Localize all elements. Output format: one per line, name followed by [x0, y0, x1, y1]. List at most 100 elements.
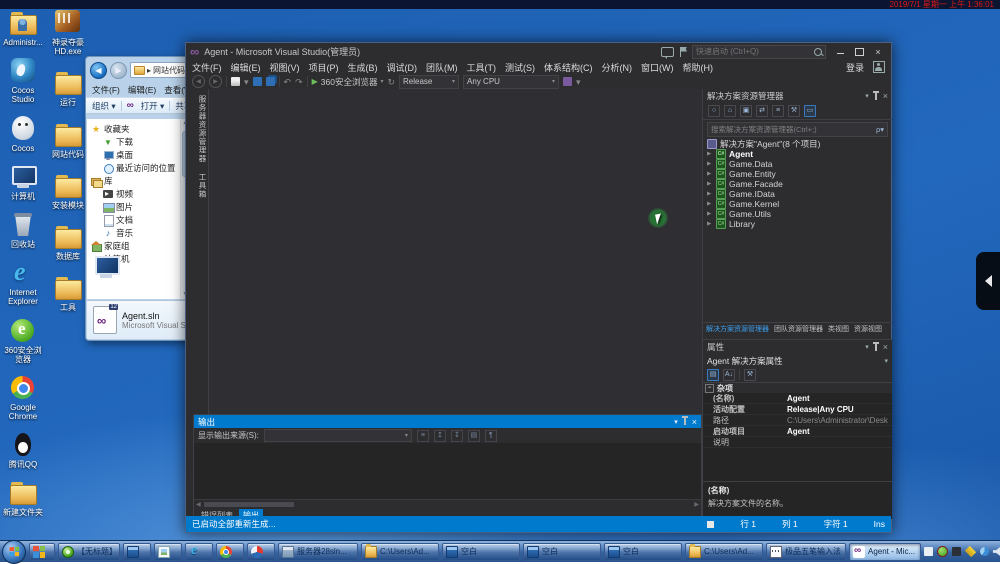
update-tray-icon[interactable] — [980, 547, 989, 556]
expander-icon[interactable]: ▶ — [707, 181, 713, 187]
side-tab[interactable]: 服务器资源管理器 — [186, 95, 208, 163]
close-button[interactable]: × — [869, 45, 887, 58]
desktop-icon[interactable]: Administr... — [2, 10, 44, 47]
start-button[interactable] — [2, 540, 26, 564]
collapse-all-icon[interactable]: ≡ — [772, 105, 784, 117]
expander-icon[interactable]: ▶ — [707, 161, 713, 167]
forward-icon[interactable]: ▶ — [110, 62, 127, 79]
property-row[interactable]: 启动项目 Agent — [703, 426, 892, 437]
new-file-icon[interactable] — [231, 77, 240, 86]
property-row[interactable]: 活动配置 Release|Any CPU — [703, 404, 892, 415]
taskbar-button[interactable] — [185, 543, 213, 561]
properties-title-bar[interactable]: 属性 ▾ × — [703, 340, 892, 354]
refresh-icon[interactable]: ↻ — [387, 77, 395, 87]
open-button[interactable]: 打开 ▾ — [141, 100, 165, 112]
window-position-icon[interactable]: ▾ — [674, 418, 678, 426]
breadcrumb-path[interactable]: 网站代码 — [153, 65, 185, 76]
vs-title-bar[interactable]: ∞ Agent - Microsoft Visual Studio(管理员) × — [186, 43, 891, 60]
back-icon[interactable]: ○ — [708, 105, 720, 117]
solution-tree-project[interactable]: ▶ Game.Data — [703, 159, 892, 169]
desktop-icon[interactable]: 网站代码 — [46, 122, 90, 159]
pin-icon[interactable] — [684, 418, 686, 425]
explorer-nav-item[interactable]: 库 — [87, 174, 180, 187]
solution-tree-project[interactable]: ▶ Game.Facade — [703, 179, 892, 189]
tool-window-tab[interactable]: 团队资源管理器 — [774, 324, 823, 334]
minimize-button[interactable] — [831, 45, 849, 58]
solution-explorer-title-bar[interactable]: 解决方案资源管理器 ▾ × — [703, 89, 892, 103]
expander-icon[interactable]: ▶ — [707, 171, 713, 177]
window-position-icon[interactable]: ▾ — [865, 343, 869, 351]
sidebar-expand-tab[interactable] — [976, 252, 1000, 310]
desktop-icon[interactable]: 工具 — [46, 275, 90, 312]
save-icon[interactable] — [253, 77, 262, 86]
explorer-nav-item[interactable]: 最近访问的位置 — [87, 161, 180, 174]
property-pages-icon[interactable]: ⚒ — [744, 369, 756, 381]
output-source-dropdown[interactable]: ▾ — [264, 429, 412, 442]
navigate-forward-icon[interactable]: ▶ — [209, 75, 222, 88]
solution-search-box[interactable]: 搜索解决方案资源管理器(Ctrl+;) ρ▾ — [707, 122, 888, 137]
explorer-nav-item[interactable]: 收藏夹 — [87, 122, 180, 135]
preview-selected-icon[interactable]: ▭ — [804, 105, 816, 117]
explorer-nav-item[interactable]: 图片 — [87, 200, 180, 213]
expander-icon[interactable]: ▶ — [707, 211, 713, 217]
explorer-menu-item[interactable]: 文件(F) — [92, 84, 120, 96]
close-icon[interactable]: × — [883, 342, 888, 352]
desktop-icon[interactable]: 计算机 — [2, 164, 44, 201]
taskbar-button[interactable] — [216, 543, 244, 561]
explorer-nav-item[interactable]: 下载 — [87, 135, 180, 148]
feedback-icon[interactable] — [661, 47, 674, 57]
taskbar-button[interactable]: 服务器28sln... — [278, 543, 358, 561]
output-hscrollbar[interactable]: ◀ ▶ — [194, 499, 701, 509]
clear-all-icon[interactable]: ▤ — [468, 430, 480, 442]
desktop-icon[interactable]: Cocos — [2, 116, 44, 153]
language-indicator-icon[interactable] — [924, 547, 933, 556]
menu-item[interactable]: 工具(T) — [467, 61, 497, 74]
tool-window-tab[interactable]: 解决方案资源管理器 — [706, 324, 769, 334]
explorer-nav-item[interactable]: 家庭组 — [87, 239, 180, 252]
volume-icon[interactable] — [993, 547, 1000, 556]
desktop-icon[interactable]: 神录夺豪HD.exe — [46, 10, 90, 56]
desktop-icon[interactable]: 数据库 — [46, 224, 90, 261]
open-file-icon[interactable]: ▾ — [244, 77, 249, 87]
window-position-icon[interactable]: ▾ — [865, 92, 869, 100]
desktop-icon[interactable]: Internet Explorer — [2, 260, 44, 306]
close-icon[interactable]: × — [692, 417, 697, 427]
property-value[interactable]: Agent — [787, 394, 892, 403]
explorer-nav-item[interactable]: 视频 — [87, 187, 180, 200]
property-value[interactable]: C:\Users\Administrator\Desk — [787, 416, 892, 425]
taskbar-button[interactable]: Agent - Mic... — [849, 543, 921, 561]
toolbar-overflow-icon[interactable]: ▾ — [576, 77, 581, 87]
undo-icon[interactable]: ↶ — [284, 77, 292, 87]
menu-item[interactable]: 窗口(W) — [641, 61, 674, 74]
scroll-left-icon[interactable]: ◀ — [196, 501, 201, 508]
properties-object-selector[interactable]: Agent 解决方案属性 ▾ — [703, 354, 892, 367]
word-wrap-icon[interactable]: ¶ — [485, 430, 497, 442]
taskbar-button[interactable]: 空白 — [442, 543, 520, 561]
solution-config-dropdown[interactable]: Release▾ — [399, 75, 459, 89]
back-icon[interactable]: ◀ — [90, 62, 107, 79]
categorized-icon[interactable]: ▤ — [707, 369, 719, 381]
antivirus-tray-icon[interactable] — [937, 546, 948, 557]
attach-icon[interactable] — [563, 77, 572, 86]
property-row[interactable]: (名称) Agent — [703, 393, 892, 404]
solution-platform-dropdown[interactable]: Any CPU▾ — [463, 75, 559, 89]
property-value[interactable]: Agent — [787, 427, 892, 436]
redo-icon[interactable]: ↷ — [295, 77, 303, 87]
start-debug-button[interactable]: ▶ 360安全浏览器 ▾ — [312, 76, 384, 88]
menu-item[interactable]: 体系结构(C) — [544, 61, 593, 74]
desktop-icon[interactable]: 回收站 — [2, 212, 44, 249]
menu-item[interactable]: 分析(N) — [602, 61, 633, 74]
solution-tree-project[interactable]: ▶ Game.Utils — [703, 209, 892, 219]
taskbar-button[interactable] — [29, 543, 55, 561]
menu-item[interactable]: 编辑(E) — [231, 61, 261, 74]
menu-item[interactable]: 生成(B) — [348, 61, 378, 74]
desktop-icon[interactable]: 安装模块 — [46, 173, 90, 210]
taskbar-button[interactable]: 空白 — [604, 543, 682, 561]
expander-icon[interactable]: ▶ — [707, 221, 713, 227]
expander-icon[interactable]: ▶ — [707, 201, 713, 207]
editor-area[interactable] — [209, 89, 702, 414]
taskbar-button[interactable]: C:\Users\Ad... — [685, 543, 763, 561]
tool-window-tab[interactable]: 资源视图 — [854, 324, 882, 334]
taskbar-button[interactable] — [154, 543, 182, 561]
user-account-icon[interactable] — [873, 61, 885, 73]
